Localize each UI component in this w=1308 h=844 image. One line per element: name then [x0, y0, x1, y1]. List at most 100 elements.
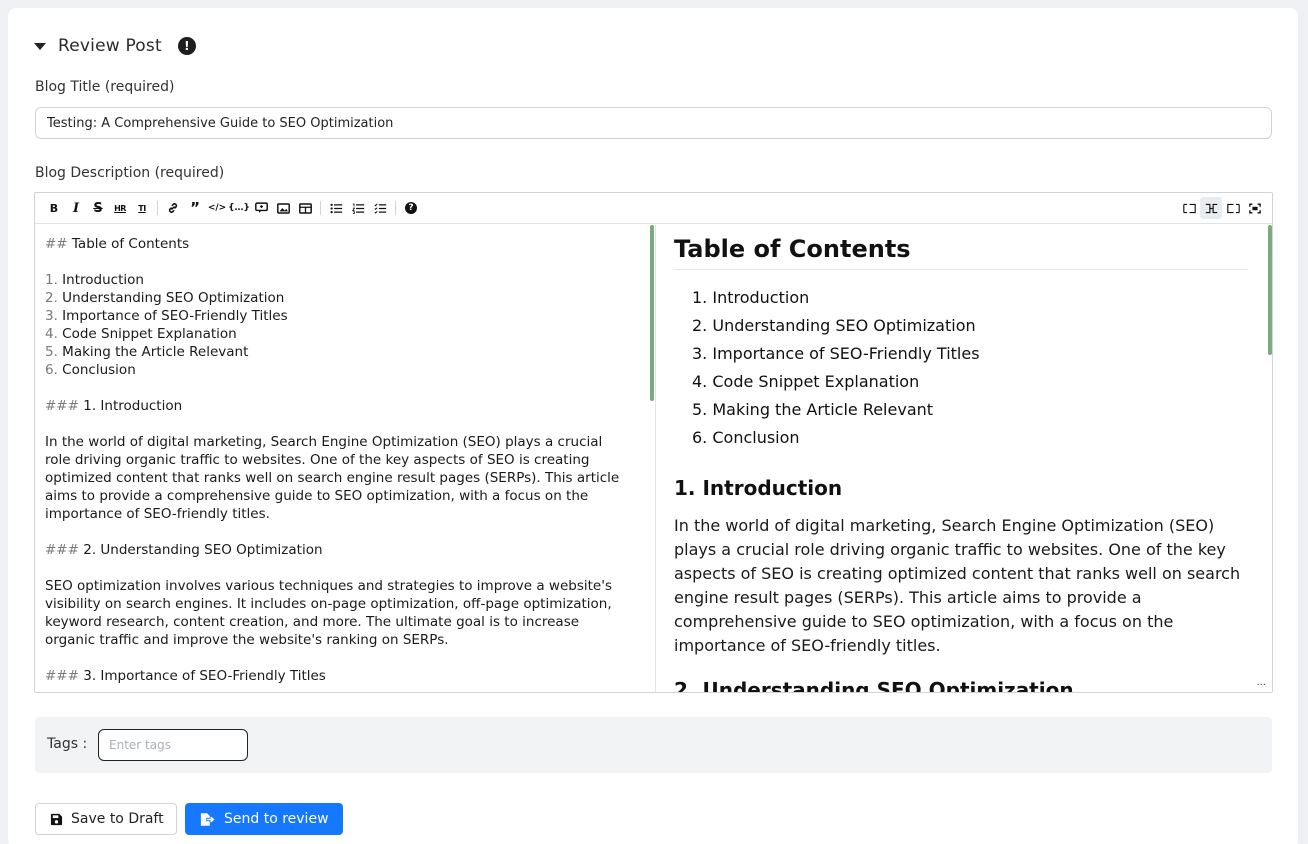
image-button[interactable]	[272, 197, 294, 219]
save-draft-label: Save to Draft	[71, 811, 164, 827]
source-line: organic traffic and improve the website'…	[45, 631, 644, 649]
preview-toc-list: 1. Introduction 2. Understanding SEO Opti…	[674, 284, 1248, 452]
preview-toc-item: 5. Making the Article Relevant	[692, 400, 934, 419]
hr-button[interactable]: HR	[109, 197, 131, 219]
quote-button[interactable]: ”	[184, 197, 206, 219]
fullscreen-button[interactable]	[1244, 197, 1266, 219]
ordered-list-icon	[351, 203, 364, 214]
table-button[interactable]	[294, 197, 316, 219]
source-line: ### 2. Understanding SEO Optimization	[45, 541, 644, 559]
source-line: aims to provide a comprehensive guide to…	[45, 487, 644, 505]
task-list-icon	[373, 203, 386, 214]
markdown-marker: 5.	[45, 344, 58, 360]
send-review-button[interactable]: Send to review	[185, 803, 343, 835]
source-text: 1. Introduction	[78, 398, 183, 414]
source-line: importance of SEO-friendly titles.	[45, 505, 644, 523]
preview-only-button[interactable]	[1222, 197, 1244, 219]
strikethrough-button[interactable]: S	[87, 197, 109, 219]
help-icon: ?	[405, 202, 417, 214]
tags-input[interactable]	[98, 729, 248, 761]
source-blank-line	[45, 379, 644, 397]
source-line: 3. Importance of SEO-Friendly Titles	[45, 307, 644, 325]
source-line: SEO optimization involves various techni…	[45, 577, 644, 595]
source-scrollbar[interactable]	[650, 225, 654, 401]
bold-button[interactable]: B	[43, 197, 65, 219]
source-text: keyword research, content creation, and …	[45, 614, 580, 630]
source-line: 2. Understanding SEO Optimization	[45, 289, 644, 307]
source-blank-line	[45, 523, 644, 541]
markdown-editor: B I S HR TI ” </> {…} ? ## Table of Cont…	[34, 192, 1273, 693]
source-text: optimized content that ranks well on sea…	[45, 470, 620, 486]
source-text: Understanding SEO Optimization	[57, 290, 285, 306]
source-text: visibility on search engines. It include…	[45, 596, 612, 612]
preview-toc-item: 4. Code Snippet Explanation	[692, 372, 920, 391]
code-block-button[interactable]: {…}	[228, 197, 250, 219]
file-export-icon	[200, 812, 216, 827]
caret-down-icon[interactable]	[34, 43, 46, 50]
section-header[interactable]: Review Post !	[34, 34, 196, 58]
source-blank-line	[45, 415, 644, 433]
source-line: ### 3. Importance of SEO-Friendly Titles	[45, 667, 644, 685]
table-icon	[298, 202, 312, 214]
bullet-list-button[interactable]	[325, 197, 347, 219]
markdown-marker: ##	[45, 236, 68, 252]
ordered-list-button[interactable]	[347, 197, 369, 219]
markdown-marker: 4.	[45, 326, 58, 342]
preview-heading: Table of Contents	[674, 235, 1248, 270]
link-icon	[168, 203, 178, 213]
source-blank-line	[45, 559, 644, 577]
markdown-marker: 1.	[45, 272, 58, 288]
bullet-list-icon	[329, 203, 342, 213]
source-text: importance of SEO-friendly titles.	[45, 506, 270, 522]
source-blank-line	[45, 253, 644, 271]
source-text: Code Snippet Explanation	[57, 326, 237, 342]
source-line: 4. Code Snippet Explanation	[45, 325, 644, 343]
exclamation-circle-icon[interactable]: !	[177, 37, 196, 55]
split-view-button[interactable]	[1200, 197, 1222, 219]
preview-scrollbar[interactable]	[1268, 225, 1272, 355]
markdown-marker: ###	[45, 398, 79, 414]
source-text: Introduction	[57, 272, 144, 288]
source-text: aims to provide a comprehensive guide to…	[45, 488, 589, 504]
title-button[interactable]: TI	[131, 197, 153, 219]
italic-button[interactable]: I	[65, 197, 87, 219]
comment-button[interactable]	[250, 197, 272, 219]
source-text: Table of Contents	[67, 236, 190, 252]
markdown-source-pane[interactable]: ## Table of Contents 1. Introduction 2. Un…	[35, 225, 654, 692]
markdown-marker: ###	[45, 668, 79, 684]
blog-description-label: Blog Description (required)	[35, 165, 225, 181]
help-button[interactable]: ?	[400, 197, 422, 219]
resize-handle-icon[interactable]: ···	[1256, 681, 1266, 691]
preview-toc-item: 6. Conclusion	[692, 428, 800, 447]
preview-paragraph: In the world of digital marketing, Searc…	[674, 516, 1241, 655]
source-text: Conclusion	[57, 362, 136, 378]
save-draft-button[interactable]: Save to Draft	[35, 803, 177, 835]
toolbar-divider	[320, 201, 321, 215]
source-text: 3. Importance of SEO-Friendly Titles	[78, 668, 326, 684]
preview-only-icon	[1226, 203, 1240, 213]
toolbar-divider	[157, 201, 158, 215]
source-blank-line	[45, 649, 644, 667]
markdown-marker: 6.	[45, 362, 58, 378]
blog-title-input[interactable]	[35, 107, 1272, 139]
preview-toc-item: 3. Importance of SEO-Friendly Titles	[692, 344, 980, 363]
preview-toc-item: 2. Understanding SEO Optimization	[692, 316, 976, 335]
source-line: 5. Making the Article Relevant	[45, 343, 644, 361]
comment-icon	[254, 202, 268, 213]
markdown-preview-pane: Table of Contents 1. Introduction 2. Unde…	[656, 225, 1272, 692]
title-icon: TI	[138, 203, 146, 213]
image-icon	[276, 202, 290, 214]
code-button[interactable]: </>	[206, 197, 228, 219]
link-button[interactable]	[162, 197, 184, 219]
hr-icon: HR	[114, 203, 126, 213]
source-text: Importance of SEO-Friendly Titles	[57, 308, 288, 324]
source-text: 2. Understanding SEO Optimization	[78, 542, 323, 558]
source-line: 6. Conclusion	[45, 361, 644, 379]
preview-section-title: 1. Introduction	[674, 476, 843, 500]
send-review-label: Send to review	[224, 811, 329, 827]
source-line: ## Table of Contents	[45, 235, 644, 253]
source-text: role driving organic traffic to websites…	[45, 452, 590, 468]
edit-only-button[interactable]	[1178, 197, 1200, 219]
task-list-button[interactable]	[369, 197, 391, 219]
source-line: In the world of digital marketing, Searc…	[45, 433, 644, 451]
